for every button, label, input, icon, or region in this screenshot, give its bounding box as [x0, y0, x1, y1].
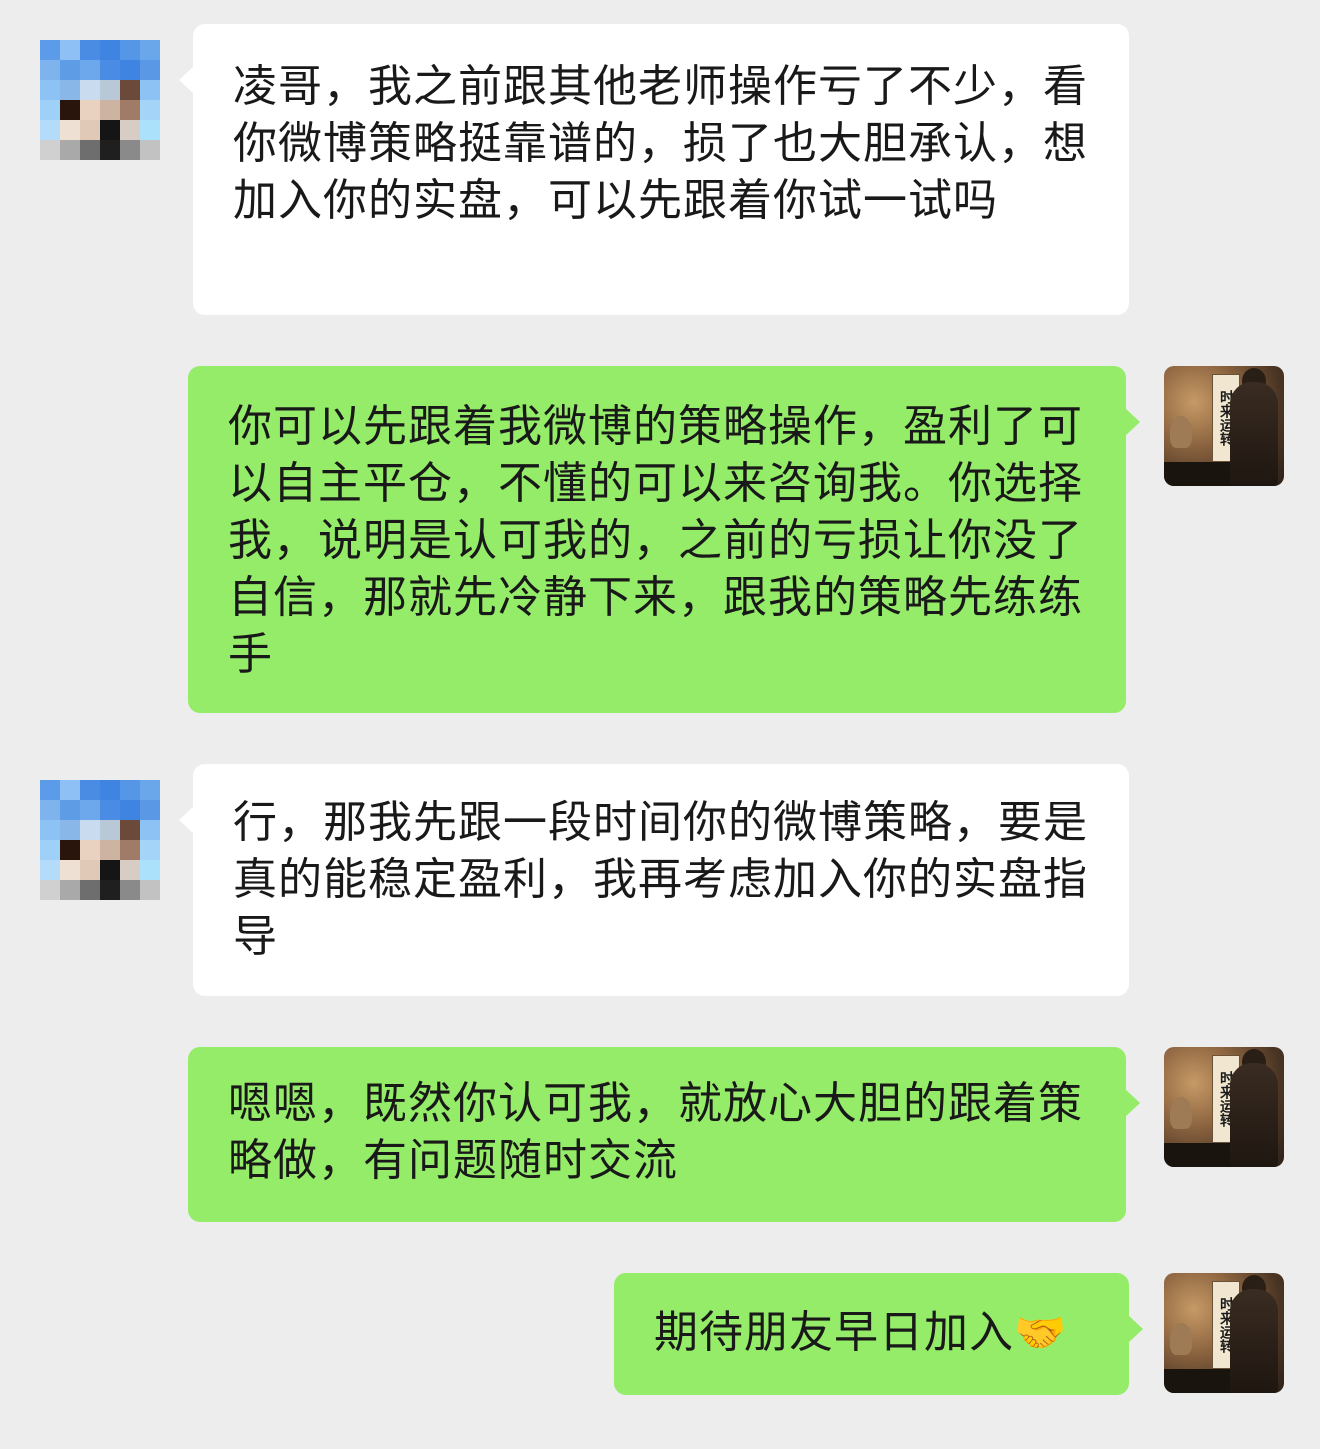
avatar-pedestal	[1164, 1369, 1234, 1393]
bubble-tail	[1128, 1315, 1143, 1343]
avatar-pedestal	[1164, 1143, 1234, 1167]
handshake-emoji-icon: 🤝	[1014, 1308, 1068, 1357]
peer-avatar[interactable]	[40, 40, 160, 160]
bubble-tail	[1125, 408, 1140, 436]
avatar-figure	[1230, 1063, 1278, 1167]
bubble-tail	[1125, 1089, 1140, 1117]
avatar-figure	[1230, 382, 1278, 486]
message-bubble-incoming[interactable]: 行，那我先跟一段时间你的微博策略，要是真的能稳定盈利，我再考虑加入你的实盘指导	[179, 764, 1129, 996]
avatar-pedestal	[1164, 462, 1234, 486]
message-bubble-incoming[interactable]: 凌哥，我之前跟其他老师操作亏了不少，看你微博策略挺靠谱的，损了也大胆承认，想加入…	[179, 24, 1129, 315]
self-avatar[interactable]: 时来运转	[1164, 1273, 1284, 1393]
avatar-statue	[1170, 1097, 1192, 1129]
self-avatar[interactable]: 时来运转	[1164, 366, 1284, 486]
peer-avatar[interactable]	[40, 780, 160, 900]
message-bubble-outgoing[interactable]: 期待朋友早日加入🤝	[614, 1273, 1143, 1395]
message-text: 行，那我先跟一段时间你的微博策略，要是真的能稳定盈利，我再考虑加入你的实盘指导	[233, 797, 1088, 962]
message-text: 嗯嗯，既然你认可我，就放心大胆的跟着策略做，有问题随时交流	[228, 1078, 1083, 1186]
bubble-tail	[179, 66, 194, 94]
avatar-statue	[1170, 416, 1192, 448]
avatar-statue	[1170, 1323, 1192, 1355]
avatar-figure	[1230, 1289, 1278, 1393]
message-text: 凌哥，我之前跟其他老师操作亏了不少，看你微博策略挺靠谱的，损了也大胆承认，想加入…	[233, 61, 1088, 226]
message-bubble-outgoing[interactable]: 嗯嗯，既然你认可我，就放心大胆的跟着策略做，有问题随时交流	[188, 1047, 1140, 1222]
bubble-tail	[179, 806, 194, 834]
message-bubble-outgoing[interactable]: 你可以先跟着我微博的策略操作，盈利了可以自主平仓，不懂的可以来咨询我。你选择我，…	[188, 366, 1140, 713]
self-avatar[interactable]: 时来运转	[1164, 1047, 1284, 1167]
message-text: 期待朋友早日加入	[654, 1307, 1014, 1358]
message-text: 你可以先跟着我微博的策略操作，盈利了可以自主平仓，不懂的可以来咨询我。你选择我，…	[228, 401, 1083, 680]
